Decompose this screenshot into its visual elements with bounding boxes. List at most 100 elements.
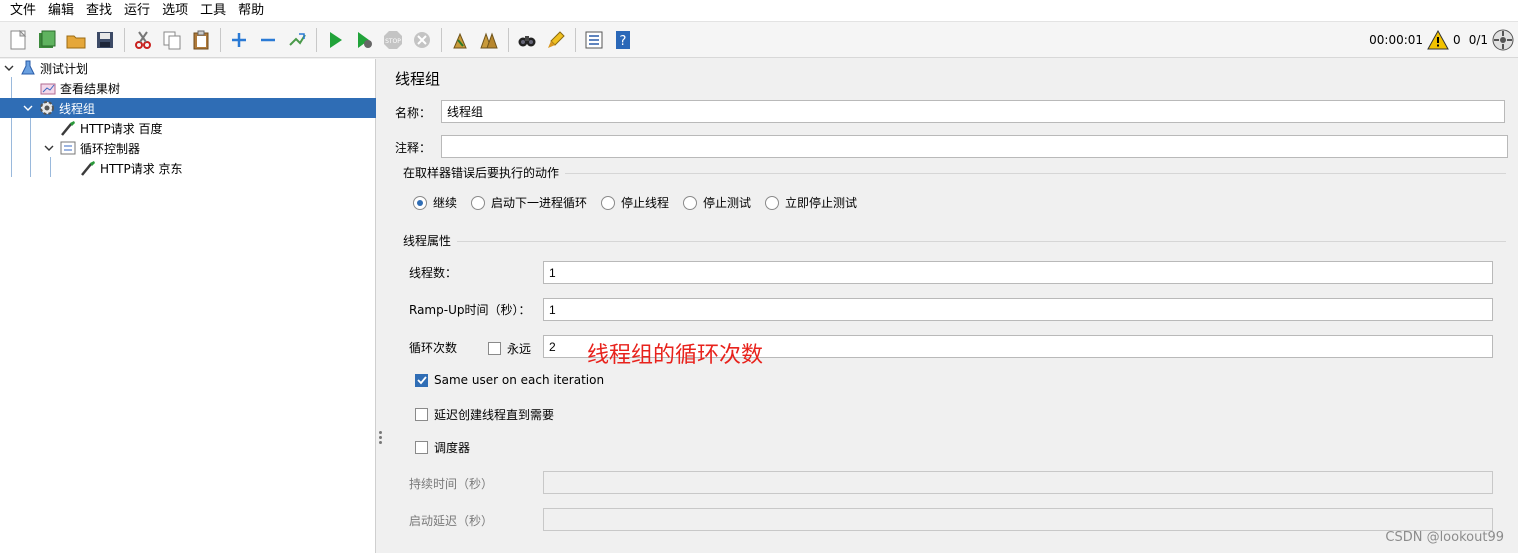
stop-icon[interactable]: STOP (381, 28, 405, 52)
radio-continue[interactable]: 继续 (413, 194, 457, 211)
menu-search[interactable]: 查找 (80, 0, 118, 22)
group-divider (565, 173, 1506, 174)
radio-indicator[interactable] (413, 195, 427, 210)
menu-tools[interactable]: 工具 (194, 0, 232, 22)
search-icon[interactable] (515, 28, 539, 52)
menu-options[interactable]: 选项 (156, 0, 194, 22)
warning-count: 0 (1453, 33, 1461, 47)
new-icon[interactable] (6, 28, 30, 52)
delay-thread-creation-checkbox[interactable]: 延迟创建线程直到需要 (415, 406, 554, 423)
tree-item-http-baidu[interactable]: HTTP请求 百度 (60, 118, 370, 138)
watermark: CSDN @lookout99 (1385, 530, 1504, 545)
radio-stop-test[interactable]: 停止测试 (683, 194, 751, 211)
function-helper-icon[interactable] (582, 28, 606, 52)
checkbox-label: Same user on each iteration (434, 373, 605, 387)
name-input[interactable] (441, 100, 1505, 123)
menu-help[interactable]: 帮助 (232, 0, 270, 22)
startup-delay-input[interactable] (543, 508, 1493, 531)
open-icon[interactable] (64, 28, 88, 52)
splitter-grip (379, 431, 382, 434)
menu-file[interactable]: 文件 (4, 0, 42, 22)
group-divider (457, 241, 1506, 242)
checkbox-label: 永远 (507, 342, 532, 356)
panel-splitter[interactable] (376, 59, 385, 553)
active-threads: 0/1 (1468, 33, 1488, 47)
checkbox-indicator[interactable] (488, 342, 501, 355)
reset-search-icon[interactable] (544, 28, 568, 52)
help-icon[interactable]: ? (611, 28, 635, 52)
toolbar: STOP ? 00:00:01 0 0/1 (0, 22, 1518, 58)
expand-icon[interactable] (227, 28, 251, 52)
tree-item-results-tree[interactable]: 查看结果树 (40, 78, 370, 98)
toggle-icon[interactable] (285, 28, 309, 52)
name-label: 名称： (395, 106, 432, 120)
start-no-pause-icon[interactable] (352, 28, 376, 52)
threads-input[interactable] (543, 261, 1493, 284)
tree-item-http-jd[interactable]: HTTP请求 京东 (80, 158, 370, 178)
checkbox-indicator[interactable] (415, 441, 428, 454)
rampup-input[interactable] (543, 298, 1493, 321)
radio-stop-thread[interactable]: 停止线程 (601, 194, 669, 211)
toolbar-separator (316, 27, 317, 52)
remote-status-icon (1492, 29, 1514, 51)
tree-item-label: 查看结果树 (60, 81, 121, 96)
toolbar-separator (441, 27, 442, 52)
radio-start-next-loop[interactable]: 启动下一进程循环 (471, 194, 587, 211)
copy-icon[interactable] (160, 28, 184, 52)
shutdown-icon[interactable] (410, 28, 434, 52)
checkbox-indicator[interactable] (415, 408, 428, 421)
radio-indicator[interactable] (683, 195, 697, 210)
results-tree-icon (40, 80, 56, 96)
tree-guide-line (30, 117, 31, 177)
tree-item-thread-group[interactable]: 线程组 (0, 98, 376, 118)
radio-stop-test-now[interactable]: 立即停止测试 (765, 194, 857, 211)
loop-count-annotation: 线程组的循环次数 (587, 343, 764, 368)
duration-input[interactable] (543, 471, 1493, 494)
tree-item-loop-controller[interactable]: 循环控制器 (42, 138, 372, 158)
tree-item-label: HTTP请求 京东 (100, 161, 183, 176)
checkbox-label: 调度器 (434, 441, 471, 455)
radio-indicator[interactable] (765, 195, 779, 210)
scheduler-checkbox[interactable]: 调度器 (415, 439, 470, 456)
elapsed-timer: 00:00:01 (1369, 33, 1424, 47)
panel-title: 线程组 (395, 70, 441, 88)
startup-delay-label: 启动延迟（秒） (409, 514, 494, 528)
tree-guide-line (50, 157, 51, 177)
toolbar-separator (220, 27, 221, 52)
save-icon[interactable] (93, 28, 117, 52)
forever-checkbox[interactable]: 永远 (488, 340, 531, 357)
thread-group-icon (39, 100, 55, 116)
collapse-icon[interactable] (256, 28, 280, 52)
chevron-down-icon[interactable] (21, 101, 35, 115)
start-icon[interactable] (323, 28, 347, 52)
threads-label: 线程数： (409, 266, 458, 280)
menu-run[interactable]: 运行 (118, 0, 156, 22)
splitter-grip (379, 436, 382, 439)
warning-icon[interactable] (1427, 30, 1449, 50)
radio-indicator[interactable] (471, 195, 485, 210)
radio-indicator[interactable] (601, 195, 615, 210)
comment-label: 注释： (395, 141, 432, 155)
tree-item-test-plan[interactable]: 测试计划 (2, 58, 372, 78)
clear-all-icon[interactable] (477, 28, 501, 52)
tree-item-label: 线程组 (59, 101, 96, 116)
test-plan-tree: 测试计划 查看结果树 线程组 HTTP请求 百度 循环控制器 HTTP请求 京东 (0, 59, 376, 553)
http-sampler-icon (60, 120, 76, 136)
templates-icon[interactable] (35, 28, 59, 52)
test-plan-icon (20, 60, 36, 76)
chevron-down-icon[interactable] (42, 141, 56, 155)
paste-icon[interactable] (189, 28, 213, 52)
loop-count-label: 循环次数 (409, 341, 458, 355)
menu-bar: 文件 编辑 查找 运行 选项 工具 帮助 (0, 0, 1518, 22)
checkbox-label: 延迟创建线程直到需要 (434, 408, 555, 422)
clear-icon[interactable] (448, 28, 472, 52)
splitter-grip (379, 441, 382, 444)
loop-controller-icon (60, 140, 76, 156)
same-user-checkbox[interactable]: Same user on each iteration (415, 373, 604, 387)
cut-icon[interactable] (131, 28, 155, 52)
chevron-down-icon[interactable] (2, 61, 16, 75)
error-action-heading: 在取样器错误后要执行的动作 (403, 166, 560, 180)
checkbox-indicator[interactable] (415, 373, 428, 387)
comment-input[interactable] (441, 135, 1508, 158)
menu-edit[interactable]: 编辑 (42, 0, 80, 22)
